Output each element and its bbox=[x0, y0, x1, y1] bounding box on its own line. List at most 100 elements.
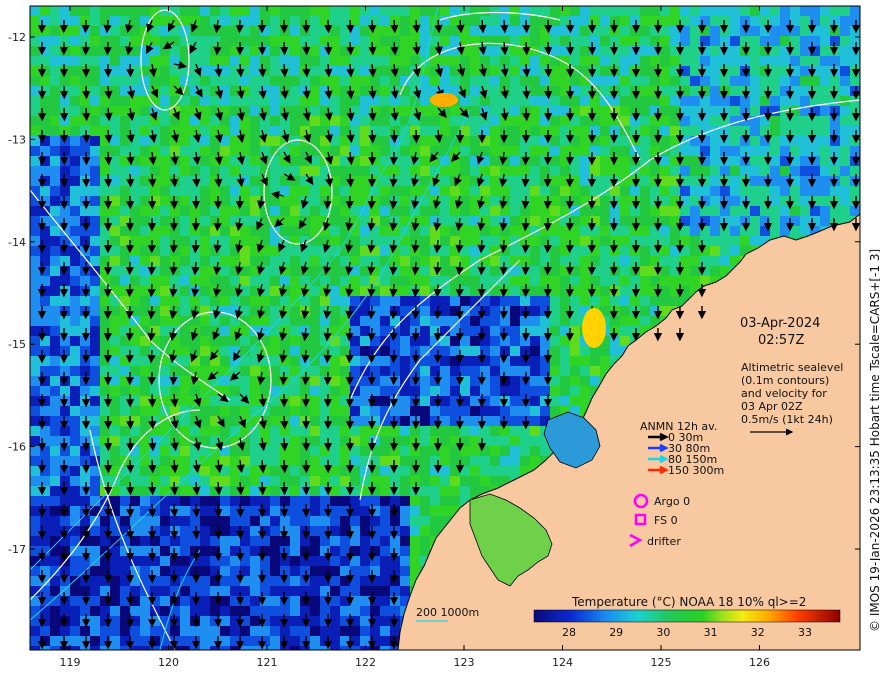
velocity-arrow bbox=[324, 41, 333, 56]
velocity-arrow bbox=[390, 19, 399, 34]
velocity-arrow bbox=[323, 349, 332, 364]
velocity-arrow bbox=[521, 217, 530, 232]
velocity-arrow bbox=[82, 151, 91, 166]
colorbar-tick-label: 29 bbox=[609, 626, 623, 639]
colorbar-tick-label: 30 bbox=[656, 626, 670, 639]
velocity-arrow bbox=[433, 327, 442, 342]
velocity-arrow bbox=[499, 239, 508, 254]
drifter-label: drifter bbox=[647, 535, 681, 548]
velocity-arrow bbox=[213, 217, 222, 232]
warm-patch bbox=[430, 93, 458, 107]
velocity-arrow bbox=[346, 63, 355, 78]
argo-label: Argo 0 bbox=[654, 495, 690, 508]
info-line: 03 Apr 02Z bbox=[741, 400, 803, 413]
velocity-arrow bbox=[412, 19, 421, 34]
velocity-arrow bbox=[324, 19, 333, 34]
legend-label: 150 300m bbox=[668, 464, 724, 477]
velocity-arrow bbox=[147, 283, 156, 298]
velocity-arrow bbox=[170, 503, 179, 518]
velocity-arrow bbox=[126, 173, 135, 188]
velocity-arrow bbox=[390, 129, 399, 144]
y-tick-label: -12 bbox=[8, 31, 26, 44]
velocity-arrow bbox=[126, 63, 135, 78]
velocity-arrow bbox=[389, 283, 398, 298]
velocity-arrow bbox=[169, 371, 178, 386]
velocity-arrow bbox=[367, 305, 376, 320]
x-tick-label: 121 bbox=[257, 656, 278, 669]
y-tick-label: -17 bbox=[8, 543, 26, 556]
velocity-arrow bbox=[126, 459, 135, 474]
velocity-arrow bbox=[169, 261, 178, 276]
x-tick-label: 125 bbox=[651, 656, 672, 669]
velocity-arrow bbox=[346, 19, 355, 34]
velocity-arrow bbox=[368, 41, 377, 56]
velocity-arrow bbox=[323, 195, 332, 210]
colorbar bbox=[533, 609, 841, 623]
velocity-arrow bbox=[280, 437, 289, 452]
colorbar-tick-label: 32 bbox=[751, 626, 765, 639]
velocity-arrow bbox=[544, 85, 553, 100]
velocity-arrow bbox=[192, 173, 201, 188]
info-line: (0.1m contours) bbox=[741, 374, 829, 387]
velocity-arrow bbox=[345, 195, 354, 210]
velocity-arrow bbox=[280, 63, 289, 78]
colorbar-tick-label: 33 bbox=[798, 626, 812, 639]
velocity-arrow bbox=[367, 327, 376, 342]
velocity-arrow bbox=[521, 239, 530, 254]
velocity-arrow bbox=[280, 415, 289, 430]
velocity-arrow bbox=[543, 195, 552, 210]
info-line: and velocity for bbox=[741, 387, 827, 400]
velocity-arrow bbox=[433, 261, 442, 276]
velocity-arrow bbox=[522, 107, 531, 122]
velocity-arrow bbox=[125, 305, 134, 320]
velocity-arrow bbox=[521, 195, 530, 210]
velocity-arrow bbox=[389, 173, 398, 188]
velocity-arrow bbox=[148, 459, 157, 474]
velocity-arrow bbox=[455, 261, 464, 276]
velocity-arrow bbox=[301, 371, 310, 386]
colorbar-tick-label: 28 bbox=[562, 626, 576, 639]
velocity-arrow bbox=[148, 481, 157, 496]
velocity-arrow bbox=[82, 129, 91, 144]
velocity-arrow bbox=[82, 107, 91, 122]
velocity-arrow bbox=[170, 481, 179, 496]
velocity-arrow bbox=[169, 239, 178, 254]
velocity-arrow bbox=[279, 371, 288, 386]
velocity-arrow bbox=[411, 305, 420, 320]
velocity-arrow bbox=[543, 217, 552, 232]
velocity-arrow bbox=[324, 63, 333, 78]
velocity-arrow bbox=[521, 261, 530, 276]
velocity-arrow bbox=[126, 437, 135, 452]
velocity-arrow bbox=[170, 173, 179, 188]
velocity-arrow bbox=[125, 327, 134, 342]
time-label: 02:57Z bbox=[758, 333, 804, 348]
velocity-arrow bbox=[522, 19, 531, 34]
velocity-arrow bbox=[544, 41, 553, 56]
sst-map: 119 120 121 122 123 124 125 126 -12 -13 -14 -15 -16… bbox=[8, 5, 880, 669]
x-tick-label: 124 bbox=[552, 656, 573, 669]
velocity-arrow bbox=[411, 327, 420, 342]
velocity-arrow bbox=[258, 503, 267, 518]
y-tick-label: -14 bbox=[8, 236, 26, 249]
x-tick-label: 123 bbox=[454, 656, 475, 669]
velocity-arrow bbox=[544, 63, 553, 78]
velocity-arrow bbox=[455, 305, 464, 320]
fs-label: FS 0 bbox=[654, 514, 678, 527]
x-tick-label: 120 bbox=[158, 656, 179, 669]
velocity-arrow bbox=[521, 151, 530, 166]
velocity-arrow bbox=[389, 327, 398, 342]
velocity-arrow bbox=[433, 283, 442, 298]
velocity-arrow bbox=[521, 173, 530, 188]
velocity-arrow bbox=[411, 349, 420, 364]
velocity-arrow bbox=[258, 481, 267, 496]
velocity-arrow bbox=[236, 503, 245, 518]
velocity-arrow bbox=[543, 239, 552, 254]
velocity-arrow bbox=[214, 173, 223, 188]
velocity-arrow bbox=[103, 41, 112, 56]
velocity-arrow bbox=[147, 261, 156, 276]
velocity-arrow bbox=[500, 19, 509, 34]
velocity-arrow bbox=[367, 349, 376, 364]
velocity-arrow bbox=[433, 305, 442, 320]
velocity-arrow bbox=[455, 283, 464, 298]
velocity-arrow bbox=[191, 239, 200, 254]
